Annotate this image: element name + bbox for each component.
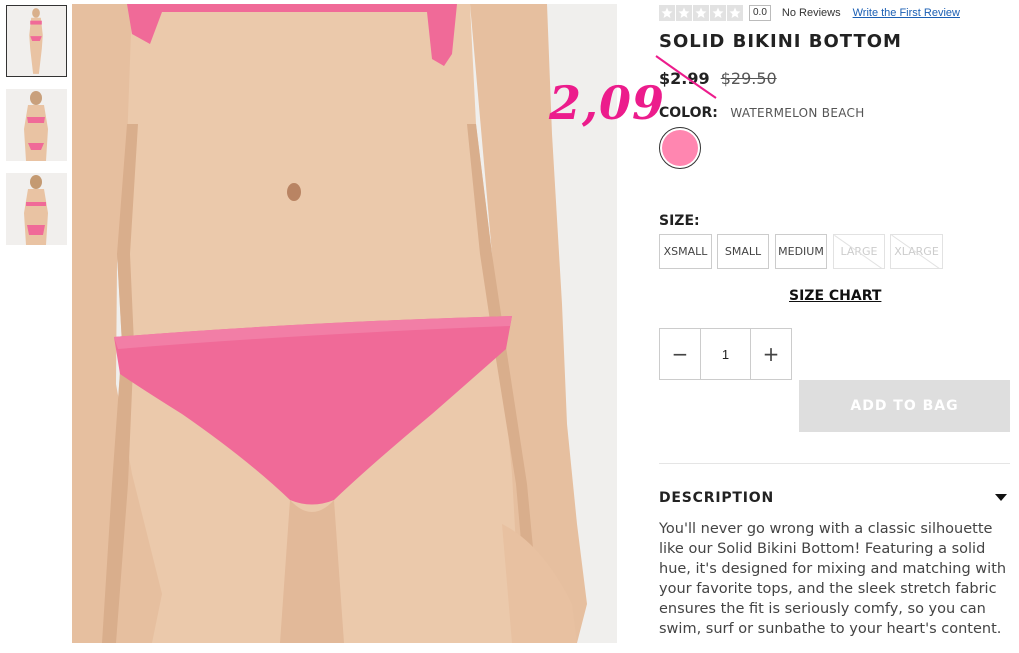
quantity-decrease-button[interactable]: − bbox=[660, 329, 700, 379]
thumbnail-top-front[interactable] bbox=[6, 89, 67, 161]
size-option-small[interactable]: SMALL bbox=[717, 234, 769, 269]
thumbnail-front-image bbox=[7, 6, 66, 76]
size-option-large: LARGE bbox=[833, 234, 885, 269]
star-rating bbox=[659, 5, 743, 21]
star-icon bbox=[727, 5, 743, 21]
size-chart-link[interactable]: SIZE CHART bbox=[789, 288, 881, 304]
quantity-stepper: − 1 + bbox=[659, 328, 792, 380]
thumbnail-top-front-image bbox=[6, 89, 67, 161]
color-label: COLOR: bbox=[659, 105, 718, 121]
caret-down-icon[interactable] bbox=[995, 494, 1007, 501]
star-icon bbox=[659, 5, 675, 21]
rating-score: 0.0 bbox=[749, 5, 771, 21]
star-icon bbox=[676, 5, 692, 21]
star-icon bbox=[693, 5, 709, 21]
size-option-xsmall[interactable]: XSMALL bbox=[659, 234, 712, 269]
size-option-xlarge: XLARGE bbox=[890, 234, 943, 269]
thumbnail-front[interactable] bbox=[6, 5, 67, 77]
write-review-link[interactable]: Write the First Review bbox=[853, 7, 960, 19]
original-price: $29.50 bbox=[720, 69, 777, 88]
thumbnail-back[interactable] bbox=[6, 173, 67, 245]
product-title: SOLID BIKINI BOTTOM bbox=[659, 31, 902, 52]
no-reviews-text: No Reviews bbox=[781, 7, 841, 19]
divider bbox=[659, 463, 1010, 464]
color-row: COLOR: WATERMELON BEACH bbox=[659, 105, 865, 121]
color-name: WATERMELON BEACH bbox=[730, 106, 865, 120]
main-product-photo bbox=[72, 4, 617, 643]
description-text: You'll never go wrong with a classic sil… bbox=[659, 521, 1007, 637]
thumbnail-back-image bbox=[6, 173, 67, 245]
add-to-bag-button[interactable]: ADD TO BAG bbox=[799, 380, 1010, 432]
description-heading[interactable]: DESCRIPTION bbox=[659, 490, 774, 506]
quantity-increase-button[interactable]: + bbox=[751, 329, 791, 379]
rating-row: 0.0 No Reviews Write the First Review bbox=[659, 5, 960, 21]
quantity-value[interactable]: 1 bbox=[700, 329, 751, 379]
size-option-medium[interactable]: MEDIUM bbox=[775, 234, 827, 269]
star-icon bbox=[710, 5, 726, 21]
swatch-fill bbox=[662, 130, 698, 166]
handwritten-price-annotation: 2,09 bbox=[549, 76, 666, 130]
color-swatch-watermelon-beach[interactable] bbox=[659, 127, 701, 169]
size-label: SIZE: bbox=[659, 213, 700, 229]
